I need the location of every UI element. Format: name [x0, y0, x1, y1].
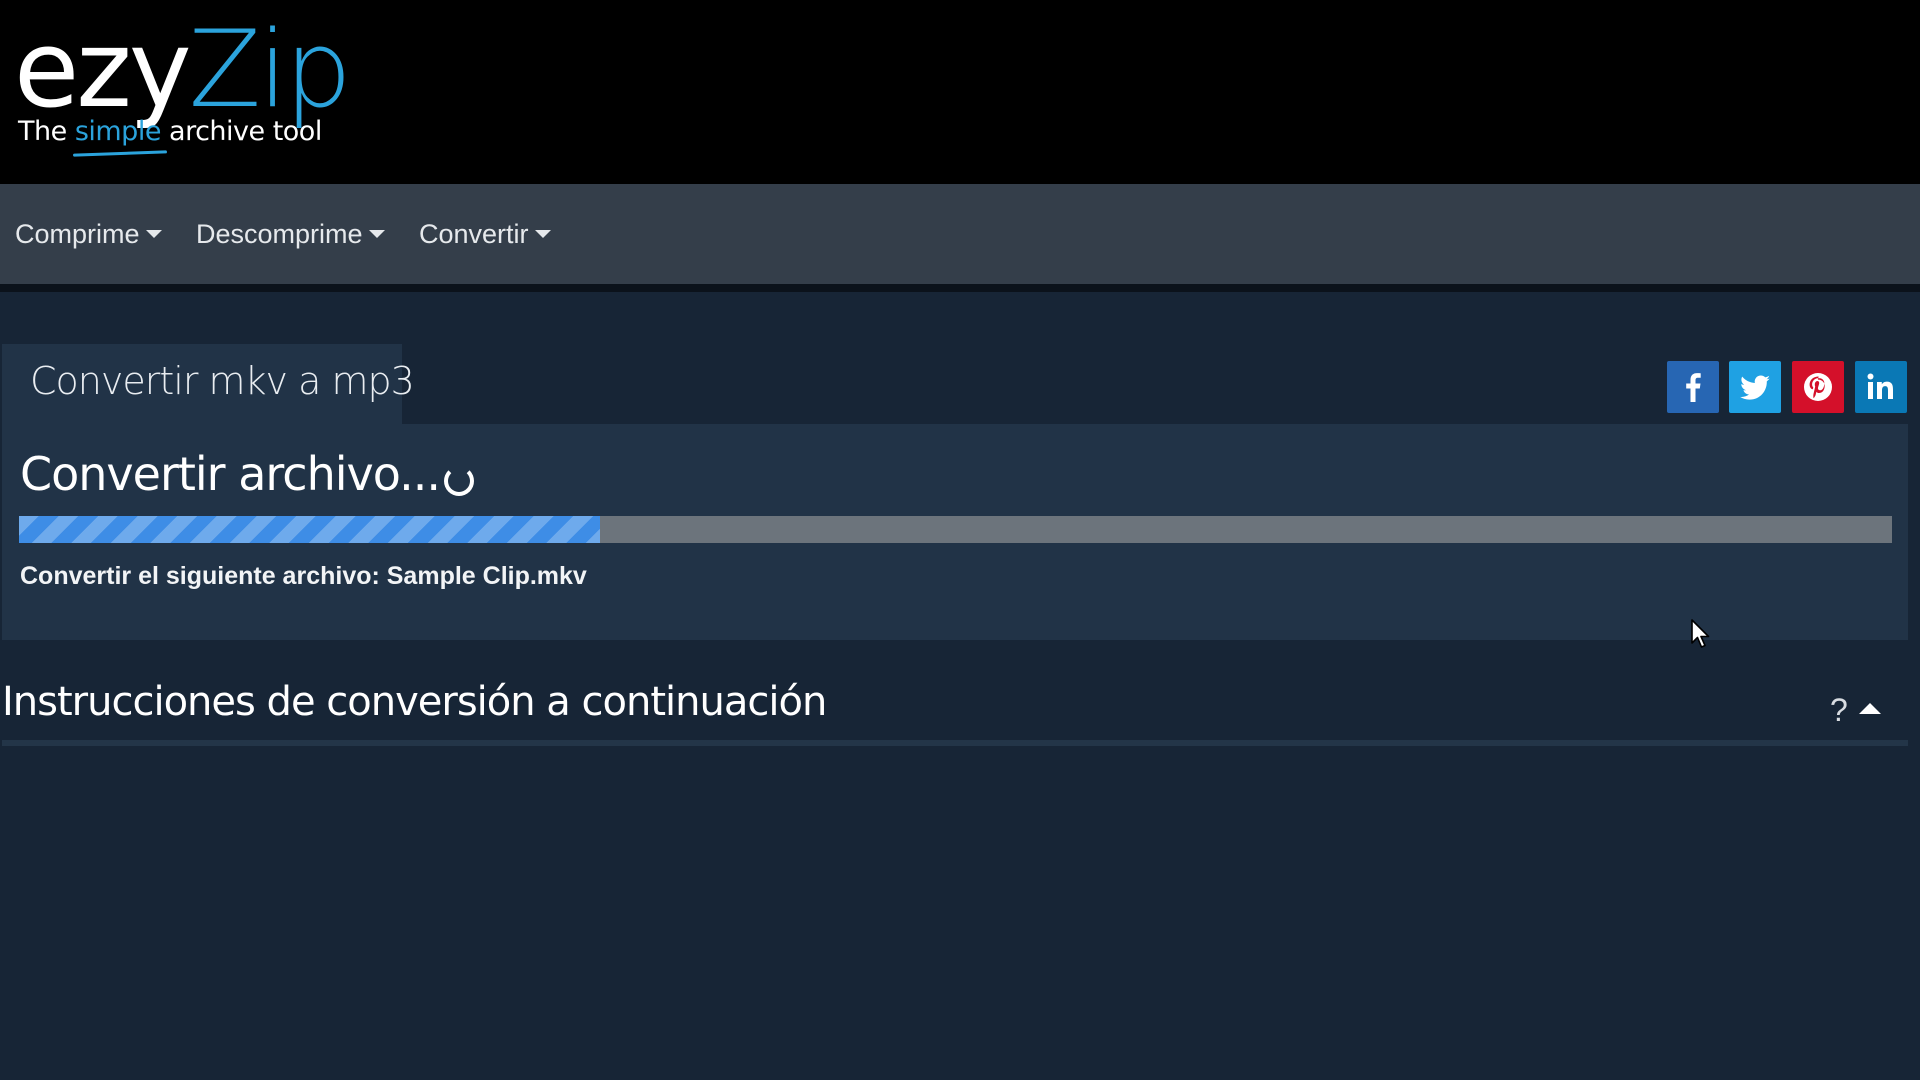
conversion-title-text: Convertir archivo... — [20, 447, 441, 501]
facebook-share-button[interactable] — [1667, 361, 1719, 413]
logo-zip-text: Zip — [188, 8, 352, 131]
progress-bar-fill — [19, 516, 600, 543]
mouse-pointer-icon — [1691, 619, 1710, 648]
caret-up-icon[interactable] — [1859, 703, 1881, 714]
main-navbar: Comprime Descomprime Convertir — [0, 184, 1920, 284]
help-question-icon[interactable]: ? — [1830, 690, 1848, 730]
nav-comprime-label: Comprime — [15, 219, 140, 249]
logo-tagline: The simple archive tool — [18, 116, 322, 147]
nav-descomprime-dropdown[interactable]: Descomprime — [196, 214, 385, 254]
tool-tab-label: Convertir mkv a mp3 — [30, 359, 415, 403]
tagline-before: The — [18, 116, 75, 147]
facebook-icon — [1686, 373, 1701, 402]
pinterest-icon — [1804, 373, 1832, 401]
nav-convertir-dropdown[interactable]: Convertir — [419, 214, 551, 254]
nav-convertir-label: Convertir — [419, 219, 529, 249]
loading-spinner-icon — [443, 466, 474, 496]
conversion-title: Convertir archivo... — [20, 444, 474, 504]
twitter-share-button[interactable] — [1729, 361, 1781, 413]
linkedin-icon — [1867, 373, 1893, 399]
ezyzip-logo[interactable]: ezyZip The simple archive tool — [14, 10, 352, 170]
instructions-heading: Instrucciones de conversión a continuaci… — [2, 679, 827, 725]
pinterest-share-button[interactable] — [1792, 361, 1844, 413]
tagline-after: archive tool — [160, 116, 322, 147]
caret-down-icon — [368, 230, 385, 238]
caret-down-icon — [145, 230, 162, 238]
logo-wordmark: ezyZip — [14, 8, 352, 131]
tool-tab-active[interactable]: Convertir mkv a mp3 — [2, 344, 415, 424]
twitter-icon — [1740, 375, 1770, 400]
nav-comprime-dropdown[interactable]: Comprime — [15, 214, 162, 254]
site-header: ezyZip The simple archive tool — [0, 0, 1920, 184]
conversion-file-message: Convertir el siguiente archivo: Sample C… — [20, 562, 587, 590]
instructions-divider — [2, 740, 1908, 746]
conversion-panel: Convertir archivo... Convertir el siguie… — [2, 424, 1908, 640]
tagline-highlight: simple — [74, 116, 162, 147]
linkedin-share-button[interactable] — [1855, 361, 1907, 413]
progress-bar — [19, 516, 1892, 543]
caret-down-icon — [534, 230, 551, 238]
navbar-divider — [0, 284, 1920, 292]
logo-ezy-text: ezy — [14, 8, 192, 131]
nav-descomprime-label: Descomprime — [196, 219, 363, 249]
